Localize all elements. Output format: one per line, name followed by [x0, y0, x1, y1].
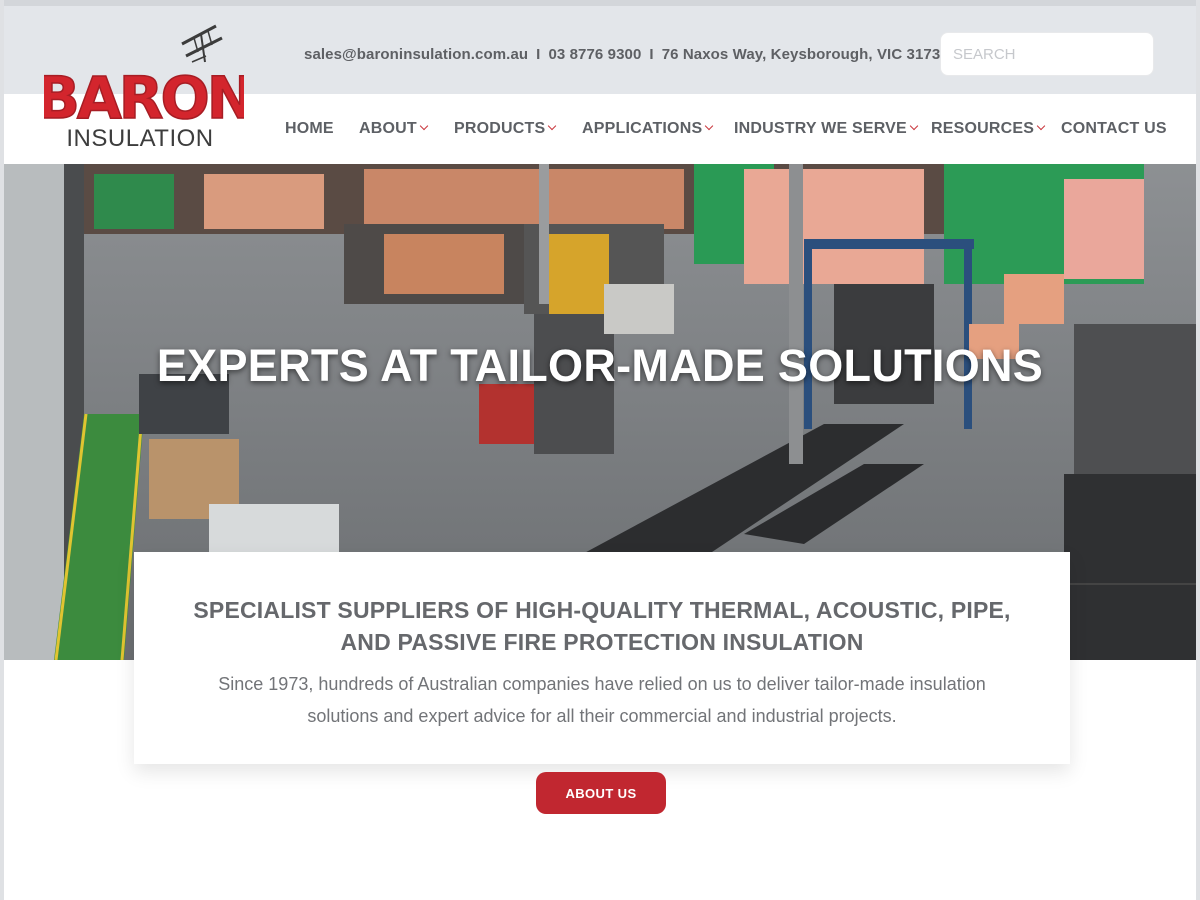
- nav-resources-label: RESOURCES: [931, 120, 1035, 137]
- nav-resources[interactable]: RESOURCES: [931, 120, 1046, 138]
- intro-card: SPECIALIST SUPPLIERS OF HIGH-QUALITY THE…: [134, 552, 1070, 764]
- chevron-down-icon: [909, 121, 919, 131]
- chevron-down-icon: [548, 121, 557, 131]
- nav-home[interactable]: HOME: [285, 120, 334, 138]
- chevron-down-icon: [705, 121, 714, 131]
- logo-brand-text: BARON: [44, 64, 244, 132]
- nav-applications-label: APPLICATIONS: [582, 120, 703, 137]
- nav-applications[interactable]: APPLICATIONS: [582, 120, 714, 138]
- address-text: 76 Naxos Way, Keysborough, VIC 3173: [661, 46, 941, 63]
- nav-contact-label: CONTACT US: [1061, 120, 1167, 137]
- intro-heading-line1: SPECIALIST SUPPLIERS OF HIGH-QUALITY THE…: [193, 597, 1011, 623]
- nav-about-label: ABOUT: [359, 120, 417, 137]
- hero-title: EXPERTS AT TAILOR-MADE SOLUTIONS: [156, 340, 1044, 391]
- nav-about[interactable]: ABOUT: [359, 120, 429, 138]
- logo-sub-text: INSULATION: [66, 125, 213, 152]
- nav-home-label: HOME: [285, 120, 334, 137]
- phone-link[interactable]: 03 8776 9300: [548, 46, 641, 63]
- email-link[interactable]: sales@baroninsulation.com.au: [304, 46, 528, 63]
- nav-products-label: PRODUCTS: [454, 120, 546, 137]
- intro-heading-line2: AND PASSIVE FIRE PROTECTION INSULATION: [340, 629, 864, 655]
- nav-industry-we-serve[interactable]: INDUSTRY WE SERVE: [734, 120, 919, 138]
- biplane-icon: [181, 24, 223, 63]
- chevron-down-icon: [1036, 121, 1046, 131]
- intro-text-line1: Since 1973, hundreds of Australian compa…: [218, 674, 986, 694]
- separator: I: [536, 46, 541, 63]
- chevron-down-icon: [419, 121, 429, 131]
- search-input[interactable]: [940, 32, 1154, 76]
- nav-industry-label: INDUSTRY WE SERVE: [734, 120, 907, 137]
- intro-text-line2: solutions and expert advice for all thei…: [307, 706, 897, 726]
- contact-info: sales@baroninsulation.com.au I 03 8776 930…: [304, 46, 940, 63]
- nav-products[interactable]: PRODUCTS: [454, 120, 557, 138]
- nav-contact-us[interactable]: CONTACT US: [1061, 120, 1167, 138]
- baron-insulation-logo[interactable]: BARON INSULATION: [35, 22, 256, 152]
- page: sales@baroninsulation.com.au I 03 8776 930…: [0, 0, 1200, 900]
- intro-heading: SPECIALIST SUPPLIERS OF HIGH-QUALITY THE…: [174, 594, 1030, 658]
- logo-graphic: BARON INSULATION: [35, 24, 256, 152]
- intro-text: Since 1973, hundreds of Australian compa…: [194, 668, 1010, 732]
- separator: I: [649, 46, 654, 63]
- about-us-button[interactable]: ABOUT US: [536, 772, 666, 814]
